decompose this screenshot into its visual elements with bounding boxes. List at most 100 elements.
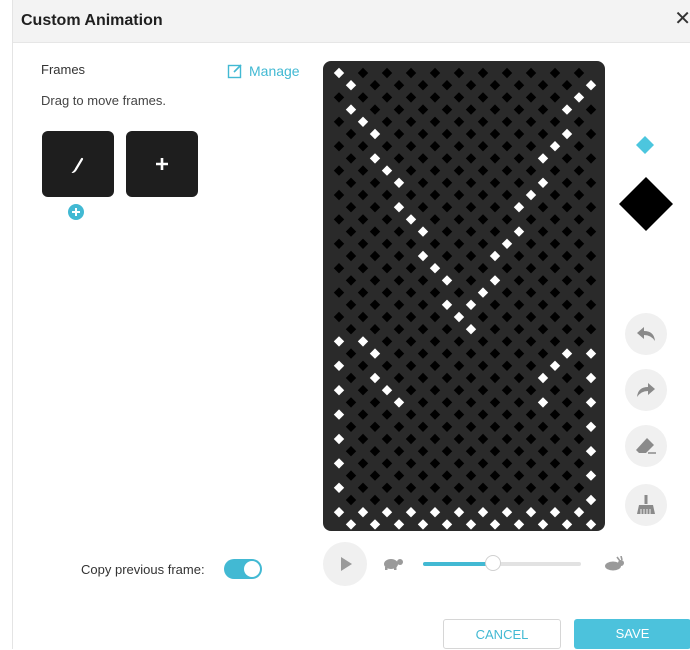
pixel-cell[interactable] (441, 128, 453, 140)
pixel-cell[interactable] (453, 92, 465, 103)
pixel-cell[interactable] (513, 324, 525, 335)
pixel-cell[interactable] (537, 324, 549, 335)
pixel-cell[interactable] (561, 153, 573, 164)
pixel-cell[interactable] (489, 177, 501, 188)
pixel-cell[interactable] (357, 507, 369, 518)
pixel-cell[interactable] (537, 421, 549, 432)
pixel-cell[interactable] (549, 385, 561, 396)
pixel-cell[interactable] (501, 238, 513, 249)
pixel-cell[interactable] (369, 104, 381, 115)
pixel-cell[interactable] (585, 104, 597, 115)
pixel-cell[interactable] (453, 238, 465, 249)
pixel-cell[interactable] (513, 80, 525, 91)
animation-canvas[interactable] (323, 61, 605, 531)
pixel-cell[interactable] (345, 128, 357, 140)
pixel-cell[interactable] (537, 519, 549, 530)
pixel-cell[interactable] (537, 348, 549, 359)
pixel-cell[interactable] (549, 116, 561, 127)
pixel-cell[interactable] (465, 250, 477, 262)
pixel-cell[interactable] (489, 446, 501, 457)
pixel-cell[interactable] (537, 250, 549, 262)
pixel-cell[interactable] (585, 494, 597, 506)
pixel-cell[interactable] (429, 409, 441, 420)
pixel-cell[interactable] (537, 275, 549, 286)
pixel-cell[interactable] (381, 263, 393, 274)
pixel-cell[interactable] (573, 336, 585, 347)
pixel-cell[interactable] (501, 482, 513, 493)
pixel-cell[interactable] (333, 385, 345, 396)
pixel-cell[interactable] (429, 287, 441, 298)
pixel-cell[interactable] (417, 153, 429, 164)
pixel-cell[interactable] (393, 226, 405, 237)
pixel-cell[interactable] (357, 141, 369, 152)
pixel-cell[interactable] (417, 372, 429, 384)
pixel-cell[interactable] (357, 189, 369, 201)
pixel-cell[interactable] (333, 311, 345, 323)
pixel-cell[interactable] (501, 360, 513, 371)
pixel-cell[interactable] (465, 275, 477, 286)
pixel-cell[interactable] (465, 397, 477, 408)
pixel-cell[interactable] (357, 67, 369, 79)
pixel-cell[interactable] (501, 189, 513, 201)
copy-previous-toggle[interactable] (224, 559, 262, 579)
pixel-cell[interactable] (501, 385, 513, 396)
pixel-cell[interactable] (381, 287, 393, 298)
pixel-cell[interactable] (489, 202, 501, 213)
pixel-cell[interactable] (369, 421, 381, 432)
pixel-cell[interactable] (333, 92, 345, 103)
pixel-cell[interactable] (513, 470, 525, 481)
pixel-cell[interactable] (489, 397, 501, 408)
pixel-cell[interactable] (357, 409, 369, 420)
pixel-cell[interactable] (429, 165, 441, 176)
pixel-cell[interactable] (453, 311, 465, 323)
pixel-cell[interactable] (465, 470, 477, 481)
pixel-cell[interactable] (405, 287, 417, 298)
pixel-cell[interactable] (417, 324, 429, 335)
pixel-cell[interactable] (369, 348, 381, 359)
pixel-cell[interactable] (405, 409, 417, 420)
pixel-cell[interactable] (561, 348, 573, 359)
large-brush-icon[interactable] (618, 176, 674, 232)
pixel-cell[interactable] (477, 336, 489, 347)
pixel-cell[interactable] (489, 275, 501, 286)
pixel-cell[interactable] (417, 202, 429, 213)
pixel-cell[interactable] (501, 92, 513, 103)
pixel-cell[interactable] (477, 507, 489, 518)
pixel-cell[interactable] (585, 519, 597, 530)
pixel-cell[interactable] (549, 482, 561, 493)
pixel-cell[interactable] (549, 336, 561, 347)
pixel-cell[interactable] (417, 128, 429, 140)
pixel-cell[interactable] (549, 360, 561, 371)
pixel-cell[interactable] (501, 409, 513, 420)
pixel-cell[interactable] (441, 177, 453, 188)
play-button[interactable] (323, 542, 367, 586)
pixel-cell[interactable] (405, 385, 417, 396)
pixel-cell[interactable] (369, 446, 381, 457)
pixel-cell[interactable] (345, 421, 357, 432)
pixel-cell[interactable] (585, 397, 597, 408)
pixel-grid[interactable] (323, 61, 605, 531)
pixel-cell[interactable] (381, 189, 393, 201)
pixel-cell[interactable] (573, 67, 585, 79)
pixel-cell[interactable] (513, 128, 525, 140)
pixel-cell[interactable] (537, 202, 549, 213)
pixel-cell[interactable] (393, 324, 405, 335)
pixel-cell[interactable] (429, 263, 441, 274)
pixel-cell[interactable] (501, 141, 513, 152)
pixel-cell[interactable] (441, 446, 453, 457)
eraser-button[interactable] (625, 425, 667, 467)
pixel-cell[interactable] (561, 519, 573, 530)
pixel-cell[interactable] (369, 250, 381, 262)
pixel-cell[interactable] (477, 92, 489, 103)
pixel-cell[interactable] (561, 177, 573, 188)
pixel-cell[interactable] (441, 397, 453, 408)
pixel-cell[interactable] (537, 470, 549, 481)
pixel-cell[interactable] (453, 482, 465, 493)
pixel-cell[interactable] (489, 372, 501, 384)
pixel-cell[interactable] (537, 226, 549, 237)
pixel-cell[interactable] (405, 360, 417, 371)
pixel-cell[interactable] (357, 287, 369, 298)
pixel-cell[interactable] (405, 189, 417, 201)
pixel-cell[interactable] (573, 287, 585, 298)
pixel-cell[interactable] (393, 372, 405, 384)
